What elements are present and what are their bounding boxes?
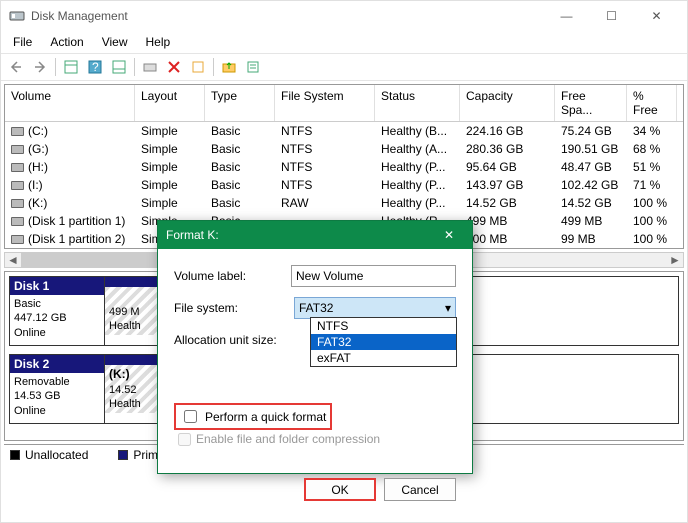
quick-format-label: Perform a quick format (205, 410, 326, 424)
col-filesystem[interactable]: File System (275, 85, 375, 121)
minimize-button[interactable]: — (544, 2, 589, 30)
toolbar: ? (1, 53, 687, 81)
volume-label-input[interactable] (291, 265, 456, 287)
col-layout[interactable]: Layout (135, 85, 205, 121)
properties-icon[interactable] (242, 56, 264, 78)
quick-format-checkbox[interactable] (184, 410, 197, 423)
file-system-dropdown: NTFS FAT32 exFAT (310, 317, 457, 367)
app-icon (9, 8, 25, 24)
table-row[interactable]: (K:)SimpleBasicRAWHealthy (P...14.52 GB1… (5, 194, 683, 212)
compression-checkbox (178, 433, 191, 446)
forward-button[interactable] (29, 56, 51, 78)
chevron-down-icon: ▾ (445, 301, 451, 315)
table-row[interactable]: (I:)SimpleBasicNTFSHealthy (P...143.97 G… (5, 176, 683, 194)
help-icon[interactable]: ? (84, 56, 106, 78)
col-free[interactable]: Free Spa... (555, 85, 627, 121)
legend-unallocated: Unallocated (25, 448, 88, 462)
scroll-left-icon[interactable]: ◄ (5, 253, 21, 267)
maximize-button[interactable]: ☐ (589, 2, 634, 30)
dialog-title: Format K: (166, 228, 434, 242)
partition[interactable]: (K:)14.52Health (105, 355, 160, 423)
file-system-label: File system: (174, 301, 294, 315)
close-button[interactable]: ✕ (634, 2, 679, 30)
col-volume[interactable]: Volume (5, 85, 135, 121)
volume-label-label: Volume label: (174, 269, 291, 283)
dialog-titlebar[interactable]: Format K: ✕ (158, 221, 472, 249)
col-capacity[interactable]: Capacity (460, 85, 555, 121)
svg-text:?: ? (92, 60, 99, 74)
volume-header: Volume Layout Type File System Status Ca… (5, 85, 683, 122)
menu-help[interactable]: Help (138, 33, 179, 51)
allocation-size-label: Allocation unit size: (174, 333, 294, 347)
option-exfat[interactable]: exFAT (311, 350, 456, 366)
wizard-icon[interactable] (187, 56, 209, 78)
titlebar: Disk Management — ☐ ✕ (1, 1, 687, 31)
partition[interactable]: 499 MHealth (105, 277, 160, 345)
folder-up-icon[interactable] (218, 56, 240, 78)
file-system-select[interactable]: FAT32 ▾ (294, 297, 456, 319)
col-pct[interactable]: % Free (627, 85, 677, 121)
settings-icon[interactable] (139, 56, 161, 78)
delete-icon[interactable] (163, 56, 185, 78)
window-title: Disk Management (31, 9, 544, 23)
compression-label: Enable file and folder compression (196, 432, 380, 446)
menu-view[interactable]: View (94, 33, 136, 51)
view-bottom-icon[interactable] (108, 56, 130, 78)
option-fat32[interactable]: FAT32 (311, 334, 456, 350)
table-row[interactable]: (H:)SimpleBasicNTFSHealthy (P...95.64 GB… (5, 158, 683, 176)
ok-button[interactable]: OK (304, 478, 376, 501)
menu-action[interactable]: Action (42, 33, 91, 51)
menu-file[interactable]: File (5, 33, 40, 51)
menubar: File Action View Help (1, 31, 687, 53)
scroll-right-icon[interactable]: ► (667, 253, 683, 267)
col-type[interactable]: Type (205, 85, 275, 121)
dialog-close-button[interactable]: ✕ (434, 221, 464, 249)
table-row[interactable]: (G:)SimpleBasicNTFSHealthy (A...280.36 G… (5, 140, 683, 158)
cancel-button[interactable]: Cancel (384, 478, 456, 501)
view-top-icon[interactable] (60, 56, 82, 78)
format-dialog: Format K: ✕ Volume label: File system: F… (157, 220, 473, 474)
back-button[interactable] (5, 56, 27, 78)
col-status[interactable]: Status (375, 85, 460, 121)
option-ntfs[interactable]: NTFS (311, 318, 456, 334)
table-row[interactable]: (C:)SimpleBasicNTFSHealthy (B...224.16 G… (5, 122, 683, 140)
